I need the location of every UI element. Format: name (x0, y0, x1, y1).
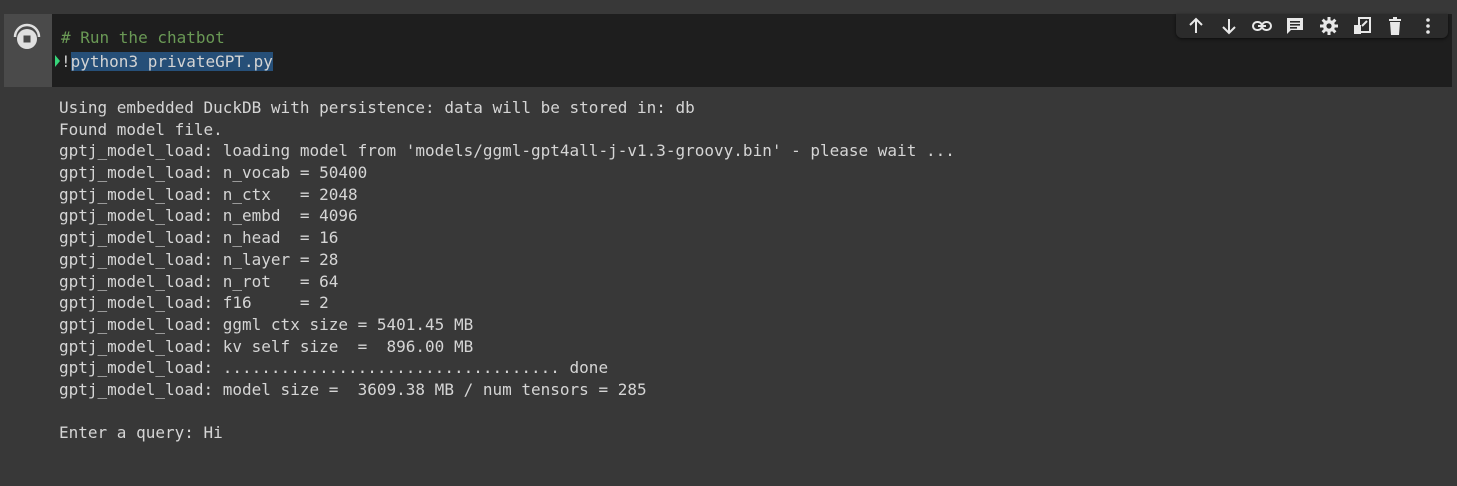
output-line: gptj_model_load: .......................… (59, 358, 609, 378)
output-line: gptj_model_load: n_embd = 4096 (59, 206, 358, 226)
gear-icon (1319, 17, 1338, 35)
trash-icon (1388, 17, 1401, 35)
output-line: gptj_model_load: loading model from 'mod… (59, 141, 955, 161)
cell-output: Using embedded DuckDB with persistence: … (59, 97, 1449, 444)
run-cell-button[interactable] (10, 20, 44, 54)
output-line: gptj_model_load: f16 = 2 (59, 293, 329, 313)
mirror-cell-icon (1353, 17, 1371, 34)
more-options-button[interactable] (1416, 15, 1440, 37)
comment-button[interactable] (1283, 15, 1307, 37)
current-line-marker (55, 55, 60, 67)
top-strip (0, 0, 1457, 14)
move-up-button[interactable] (1184, 15, 1208, 37)
output-line: gptj_model_load: model size = 3609.38 MB… (59, 379, 647, 399)
comment-icon (1287, 18, 1304, 34)
link-icon (1252, 21, 1273, 31)
query-prompt-line: Enter a query: Hi (59, 423, 223, 443)
settings-button[interactable] (1317, 15, 1341, 37)
output-line: gptj_model_load: n_vocab = 50400 (59, 163, 368, 183)
move-down-button[interactable] (1217, 15, 1241, 37)
output-line: gptj_model_load: ggml ctx size = 5401.45… (59, 314, 474, 334)
cell-gutter (4, 14, 52, 87)
output-line: gptj_model_load: n_layer = 28 (59, 249, 339, 269)
output-line: gptj_model_load: n_ctx = 2048 (59, 184, 358, 204)
move-up-icon (1189, 17, 1203, 33)
output-line: gptj_model_load: n_head = 16 (59, 228, 339, 248)
link-button[interactable] (1250, 15, 1274, 37)
delete-cell-button[interactable] (1383, 15, 1407, 37)
output-line: Using embedded DuckDB with persistence: … (59, 98, 695, 117)
notebook-page: # Run the chatbot !python3 privateGPT.py (0, 0, 1457, 486)
bottom-strip (0, 480, 1457, 486)
more-vert-icon (1426, 18, 1430, 34)
shell-bang: ! (61, 52, 71, 71)
selected-command: python3 privateGPT.py (70, 52, 273, 71)
code-comment-line: # Run the chatbot (61, 28, 225, 48)
move-down-icon (1222, 19, 1236, 35)
output-line: Found model file. (59, 119, 223, 139)
mirror-cell-button[interactable] (1350, 15, 1374, 37)
output-line: gptj_model_load: kv self size = 896.00 M… (59, 336, 474, 356)
cell-toolbar (1176, 14, 1448, 38)
output-line: gptj_model_load: n_rot = 64 (59, 271, 339, 291)
code-comment: # Run the chatbot (61, 28, 225, 47)
code-command-line: !python3 privateGPT.py (61, 52, 273, 72)
code-cell[interactable]: # Run the chatbot !python3 privateGPT.py (4, 14, 1452, 480)
stop-execution-icon (13, 23, 41, 49)
